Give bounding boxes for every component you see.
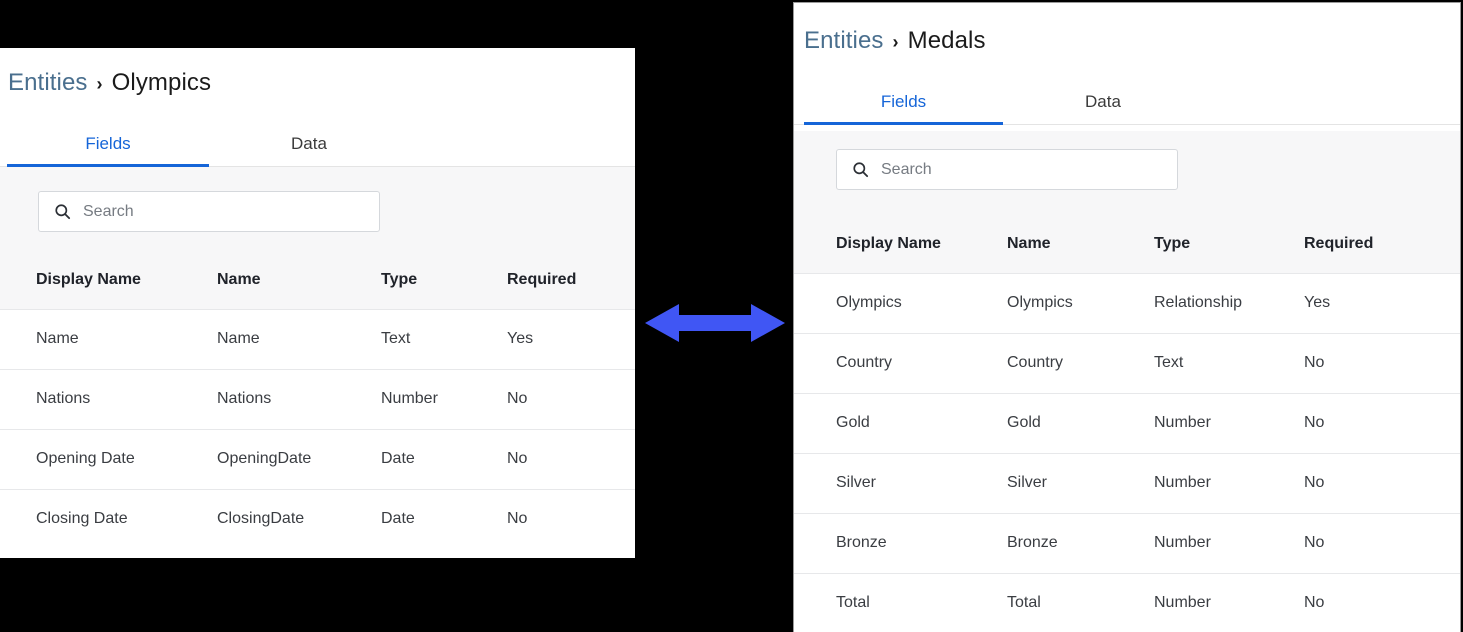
fields-table-wrapper: Display Name Name Type Required Olympics… bbox=[794, 215, 1460, 632]
table-row[interactable]: Closing Date ClosingDate Date No bbox=[0, 488, 635, 549]
cell-required: No bbox=[1304, 392, 1460, 453]
tab-data-label: Data bbox=[1085, 92, 1121, 111]
cell-required: No bbox=[1304, 512, 1460, 573]
cell-required: No bbox=[1304, 332, 1460, 393]
tab-fields-label: Fields bbox=[880, 92, 927, 111]
cell-type: Number bbox=[1154, 572, 1304, 632]
screenshot-stage: Entities › Olympics Fields Data Search D… bbox=[0, 0, 1463, 632]
cell-name: Bronze bbox=[1007, 512, 1154, 573]
column-header-name[interactable]: Name bbox=[1007, 215, 1154, 273]
breadcrumb-current-medals: Medals bbox=[907, 27, 986, 54]
cell-display-name: Olympics bbox=[794, 272, 1007, 333]
breadcrumb: Entities › Medals bbox=[804, 27, 986, 55]
search-strip: Search bbox=[0, 167, 635, 251]
cell-type: Number bbox=[1154, 512, 1304, 573]
tab-data[interactable]: Data bbox=[1003, 92, 1203, 125]
search-input[interactable]: Search bbox=[38, 191, 380, 232]
tab-bar: Fields Data bbox=[0, 121, 635, 167]
table-row[interactable]: Nations Nations Number No bbox=[0, 368, 635, 429]
cell-display-name: Nations bbox=[0, 368, 217, 429]
fields-table: Display Name Name Type Required Name Nam… bbox=[0, 251, 635, 549]
cell-type: Date bbox=[381, 488, 507, 549]
cell-required: No bbox=[507, 428, 635, 489]
fields-table-wrapper: Display Name Name Type Required Name Nam… bbox=[0, 251, 635, 549]
breadcrumb: Entities › Olympics bbox=[8, 69, 211, 97]
search-placeholder: Search bbox=[881, 160, 932, 178]
tab-fields-label: Fields bbox=[85, 134, 131, 153]
chevron-right-icon: › bbox=[96, 73, 103, 94]
tab-fields[interactable]: Fields bbox=[804, 92, 1003, 125]
column-header-type[interactable]: Type bbox=[1154, 215, 1304, 273]
cell-name: Nations bbox=[217, 368, 381, 429]
search-strip: Search bbox=[794, 131, 1460, 215]
cell-type: Text bbox=[1154, 332, 1304, 393]
cell-required: Yes bbox=[507, 308, 635, 369]
table-row[interactable]: Total Total Number No bbox=[794, 572, 1460, 632]
breadcrumb-link-entities[interactable]: Entities bbox=[804, 27, 884, 55]
column-header-required[interactable]: Required bbox=[1304, 215, 1460, 273]
cell-required: No bbox=[507, 488, 635, 549]
cell-type: Date bbox=[381, 428, 507, 489]
table-row[interactable]: Bronze Bronze Number No bbox=[794, 512, 1460, 573]
cell-display-name: Total bbox=[794, 572, 1007, 632]
fields-table: Display Name Name Type Required Olympics… bbox=[794, 215, 1460, 632]
cell-display-name: Opening Date bbox=[0, 428, 217, 489]
cell-display-name: Name bbox=[0, 308, 217, 369]
table-row[interactable]: Opening Date OpeningDate Date No bbox=[0, 428, 635, 489]
table-row[interactable]: Olympics Olympics Relationship Yes bbox=[794, 272, 1460, 333]
tab-fields[interactable]: Fields bbox=[7, 134, 209, 167]
cell-display-name: Gold bbox=[794, 392, 1007, 453]
table-row[interactable]: Name Name Text Yes bbox=[0, 308, 635, 369]
cell-name: Olympics bbox=[1007, 272, 1154, 333]
cell-type: Relationship bbox=[1154, 272, 1304, 333]
cell-name: ClosingDate bbox=[217, 488, 381, 549]
column-header-display-name[interactable]: Display Name bbox=[0, 251, 217, 309]
search-icon bbox=[853, 162, 869, 178]
cell-name: Gold bbox=[1007, 392, 1154, 453]
cell-display-name: Silver bbox=[794, 452, 1007, 513]
tab-data[interactable]: Data bbox=[209, 134, 409, 167]
cell-required: Yes bbox=[1304, 272, 1460, 333]
column-header-display-name[interactable]: Display Name bbox=[794, 215, 1007, 273]
cell-display-name: Closing Date bbox=[0, 488, 217, 549]
cell-required: No bbox=[507, 368, 635, 429]
medals-entity-panel: Entities › Medals Fields Data Search Dis… bbox=[793, 2, 1461, 632]
breadcrumb-current-olympics: Olympics bbox=[111, 69, 212, 96]
table-header-row: Display Name Name Type Required bbox=[794, 215, 1460, 273]
cell-name: Total bbox=[1007, 572, 1154, 632]
table-row[interactable]: Silver Silver Number No bbox=[794, 452, 1460, 513]
tab-data-label: Data bbox=[291, 134, 327, 153]
double-headed-arrow-icon bbox=[645, 304, 785, 342]
olympics-entity-panel: Entities › Olympics Fields Data Search D… bbox=[0, 48, 635, 558]
search-icon bbox=[55, 204, 71, 220]
column-header-name[interactable]: Name bbox=[217, 251, 381, 309]
cell-type: Text bbox=[381, 308, 507, 369]
cell-type: Number bbox=[1154, 452, 1304, 513]
cell-display-name: Bronze bbox=[794, 512, 1007, 573]
cell-type: Number bbox=[381, 368, 507, 429]
column-header-required[interactable]: Required bbox=[507, 251, 635, 309]
table-header-row: Display Name Name Type Required bbox=[0, 251, 635, 309]
table-row[interactable]: Gold Gold Number No bbox=[794, 392, 1460, 453]
cell-name: Silver bbox=[1007, 452, 1154, 513]
column-header-type[interactable]: Type bbox=[381, 251, 507, 309]
cell-required: No bbox=[1304, 452, 1460, 513]
cell-type: Number bbox=[1154, 392, 1304, 453]
search-input[interactable]: Search bbox=[836, 149, 1178, 190]
tab-bar: Fields Data bbox=[794, 79, 1460, 125]
cell-display-name: Country bbox=[794, 332, 1007, 393]
table-row[interactable]: Country Country Text No bbox=[794, 332, 1460, 393]
cell-name: Name bbox=[217, 308, 381, 369]
cell-required: No bbox=[1304, 572, 1460, 632]
search-placeholder: Search bbox=[83, 202, 134, 220]
breadcrumb-link-entities[interactable]: Entities bbox=[8, 69, 88, 97]
active-tab-indicator bbox=[804, 122, 1003, 125]
cell-name: Country bbox=[1007, 332, 1154, 393]
chevron-right-icon: › bbox=[892, 31, 899, 52]
cell-name: OpeningDate bbox=[217, 428, 381, 489]
